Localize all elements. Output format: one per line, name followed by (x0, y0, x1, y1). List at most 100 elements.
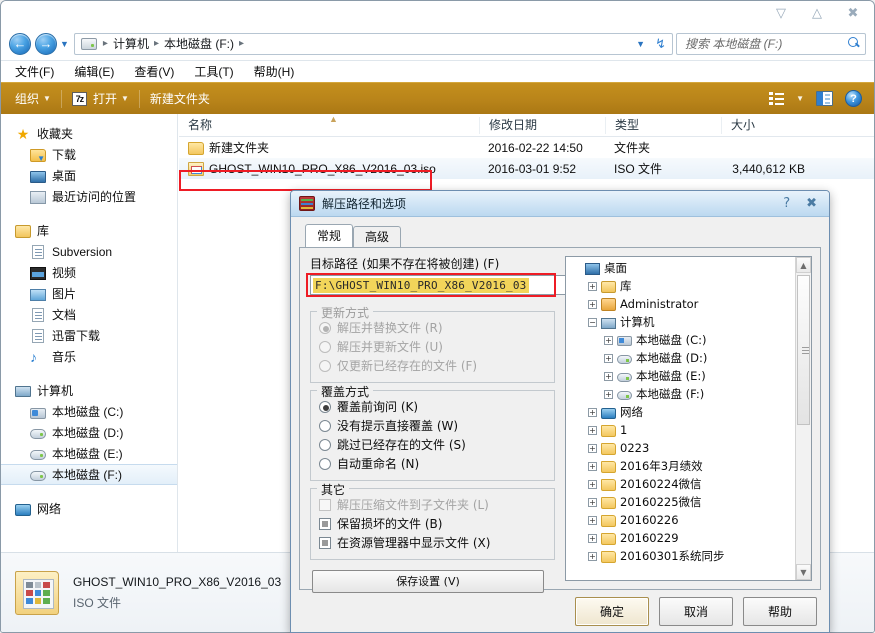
sidebar-item-videos[interactable]: 视频 (1, 262, 177, 283)
search-input[interactable]: 搜索 本地磁盘 (F:) (676, 33, 866, 55)
change-view-icon[interactable] (769, 92, 784, 105)
menu-edit[interactable]: 编辑(E) (72, 62, 116, 81)
open-button[interactable]: 7z 打开 ▼ (72, 90, 129, 107)
expand-icon[interactable]: + (604, 354, 613, 363)
menu-help[interactable]: 帮助(H) (252, 62, 297, 81)
tree-node-folder-20160224[interactable]: + 20160224微信 (568, 475, 811, 493)
tree-node-folder-1[interactable]: + 1 (568, 421, 811, 439)
menu-view[interactable]: 查看(V) (132, 62, 176, 81)
sidebar-item-documents[interactable]: 文档 (1, 304, 177, 325)
sidebar-item-computer[interactable]: 计算机 (1, 380, 177, 401)
help-button[interactable]: 帮助 (743, 597, 817, 626)
help-icon[interactable]: ? (845, 90, 862, 107)
radio-overwrite-without-prompt[interactable]: 没有提示直接覆盖 (W) (319, 416, 546, 435)
tree-node-libraries[interactable]: + 库 (568, 277, 811, 295)
collapse-icon[interactable]: − (588, 318, 597, 327)
breadcrumb-separator[interactable]: ▸ (237, 38, 246, 49)
column-header-name[interactable]: 名称 ▲ (179, 117, 479, 134)
expand-icon[interactable]: + (588, 300, 597, 309)
folder-tree[interactable]: 桌面 + 库 + Administrator (565, 256, 812, 581)
tree-node-drive-c[interactable]: + 本地磁盘 (C:) (568, 331, 811, 349)
menu-tools[interactable]: 工具(T) (192, 62, 235, 81)
cancel-button[interactable]: 取消 (659, 597, 733, 626)
organize-button[interactable]: 组织 ▼ (15, 90, 51, 107)
tree-node-folder-20160226[interactable]: + 20160226 (568, 511, 811, 529)
table-row[interactable]: GHOST_WIN10_PRO_X86_V2016_03.iso 2016-03… (179, 158, 874, 179)
maximize-button[interactable]: △ (806, 4, 828, 20)
expand-icon[interactable]: + (588, 552, 597, 561)
back-button[interactable]: ← (9, 33, 31, 55)
menu-file[interactable]: 文件(F) (13, 62, 56, 81)
table-row[interactable]: 新建文件夹 2016-02-22 14:50 文件夹 (179, 137, 874, 158)
tree-node-network[interactable]: + 网络 (568, 403, 811, 421)
chevron-down-icon[interactable]: ▼ (796, 94, 804, 103)
tree-node-desktop[interactable]: 桌面 (568, 259, 811, 277)
forward-button[interactable]: → (35, 33, 57, 55)
expand-icon[interactable]: + (604, 372, 613, 381)
sidebar-item-drive-c[interactable]: 本地磁盘 (C:) (1, 401, 177, 422)
tab-advanced[interactable]: 高级 (353, 226, 401, 247)
expand-icon[interactable]: + (604, 336, 613, 345)
scrollbar-thumb[interactable] (797, 275, 810, 425)
checkbox-extract-to-subfolder[interactable]: 解压压缩文件到子文件夹 (L) (319, 495, 546, 514)
sidebar-item-drive-f[interactable]: 本地磁盘 (F:) (1, 464, 177, 485)
scroll-down-button[interactable]: ▼ (796, 564, 811, 580)
tree-node-folder-20160229[interactable]: + 20160229 (568, 529, 811, 547)
expand-icon[interactable]: + (588, 462, 597, 471)
expand-icon[interactable]: + (588, 498, 597, 507)
refresh-icon[interactable]: ↯ (655, 36, 666, 52)
folder-tree-scrollbar[interactable]: ▲ ▼ (795, 257, 811, 580)
column-header-type[interactable]: 类型 (605, 117, 721, 134)
sidebar-item-libraries[interactable]: 库 (1, 220, 177, 241)
expand-icon[interactable]: + (588, 534, 597, 543)
tree-node-drive-d[interactable]: + 本地磁盘 (D:) (568, 349, 811, 367)
tree-node-folder-perf[interactable]: + 2016年3月绩效 (568, 457, 811, 475)
new-folder-button[interactable]: 新建文件夹 (150, 90, 210, 107)
expand-icon[interactable]: + (588, 426, 597, 435)
sidebar-item-drive-d[interactable]: 本地磁盘 (D:) (1, 422, 177, 443)
radio-skip-existing[interactable]: 跳过已经存在的文件 (S) (319, 435, 546, 454)
sidebar-item-downloads[interactable]: 下载 (1, 144, 177, 165)
sidebar-item-desktop[interactable]: 桌面 (1, 165, 177, 186)
tree-node-drive-e[interactable]: + 本地磁盘 (E:) (568, 367, 811, 385)
expand-icon[interactable]: + (588, 408, 597, 417)
radio-extract-update[interactable]: 解压并更新文件 (U) (319, 337, 546, 356)
tab-general[interactable]: 常规 (305, 224, 353, 247)
tree-node-administrator[interactable]: + Administrator (568, 295, 811, 313)
history-dropdown-icon[interactable]: ▼ (60, 39, 69, 49)
scroll-up-button[interactable]: ▲ (796, 257, 811, 273)
preview-pane-icon[interactable] (816, 91, 833, 106)
expand-icon[interactable]: + (588, 282, 597, 291)
expand-icon[interactable]: + (588, 480, 597, 489)
tree-node-computer[interactable]: − 计算机 (568, 313, 811, 331)
radio-update-existing-only[interactable]: 仅更新已经存在的文件 (F) (319, 356, 546, 375)
close-button[interactable]: ✖ (842, 4, 864, 20)
checkbox-show-in-explorer[interactable]: 在资源管理器中显示文件 (X) (319, 533, 546, 552)
dialog-help-button[interactable]: ? (783, 196, 790, 211)
column-header-size[interactable]: 大小 (721, 117, 813, 134)
expand-icon[interactable]: + (604, 390, 613, 399)
dialog-close-button[interactable]: ✖ (806, 196, 817, 211)
sidebar-item-music[interactable]: ♪ 音乐 (1, 346, 177, 367)
sidebar-item-pictures[interactable]: 图片 (1, 283, 177, 304)
radio-auto-rename[interactable]: 自动重命名 (N) (319, 454, 546, 473)
checkbox-keep-broken-files[interactable]: 保留损坏的文件 (B) (319, 514, 546, 533)
expand-icon[interactable]: + (588, 444, 597, 453)
column-header-date[interactable]: 修改日期 (479, 117, 605, 134)
ok-button[interactable]: 确定 (575, 597, 649, 626)
sidebar-item-favorites[interactable]: ★ 收藏夹 (1, 123, 177, 144)
tree-node-folder-20160301[interactable]: + 20160301系统同步 (568, 547, 811, 565)
chevron-down-icon[interactable]: ▼ (636, 39, 645, 49)
expand-icon[interactable]: + (588, 516, 597, 525)
sidebar-item-thunder-download[interactable]: 迅雷下载 (1, 325, 177, 346)
sidebar-item-subversion[interactable]: Subversion (1, 241, 177, 262)
sidebar-item-recent-places[interactable]: 最近访问的位置 (1, 186, 177, 207)
sidebar-item-network[interactable]: 网络 (1, 498, 177, 519)
sidebar-item-drive-e[interactable]: 本地磁盘 (E:) (1, 443, 177, 464)
tree-node-folder-0223[interactable]: + 0223 (568, 439, 811, 457)
minimize-button[interactable]: ▽ (770, 4, 792, 20)
tree-node-folder-20160225[interactable]: + 20160225微信 (568, 493, 811, 511)
breadcrumb[interactable]: ▸ 计算机 ▸ 本地磁盘 (F:) ▸ ▼ ↯ (74, 33, 673, 55)
tree-node-drive-f[interactable]: + 本地磁盘 (F:) (568, 385, 811, 403)
breadcrumb-item-computer[interactable]: 计算机 (110, 35, 152, 52)
